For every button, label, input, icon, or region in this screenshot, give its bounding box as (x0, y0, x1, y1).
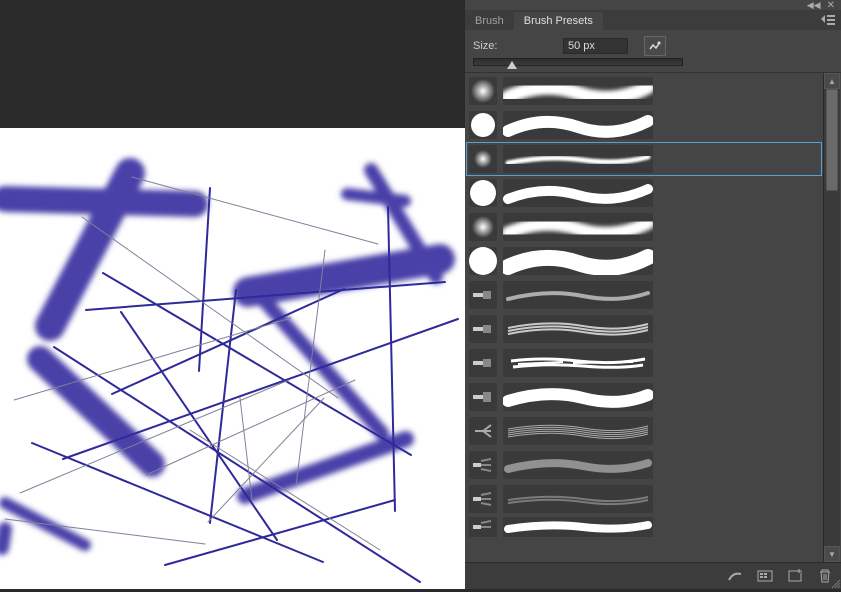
flat-brush-icon (469, 315, 497, 343)
tab-brush[interactable]: Brush (465, 12, 514, 30)
preset-item[interactable] (467, 75, 821, 107)
stroke-preview (503, 485, 653, 513)
stroke-preview (503, 77, 653, 105)
panel-footer (465, 562, 841, 589)
stroke-preview (503, 247, 653, 275)
stroke-preview (503, 281, 653, 309)
preset-item[interactable] (467, 381, 821, 413)
preset-list[interactable] (465, 73, 823, 562)
brush-pose-toggle-icon[interactable] (644, 36, 666, 56)
preset-item[interactable] (467, 313, 821, 345)
bristle-brush-icon (469, 451, 497, 479)
tab-brush-presets[interactable]: Brush Presets (514, 12, 603, 30)
scroll-thumb[interactable] (826, 89, 838, 191)
size-slider[interactable] (465, 58, 841, 72)
panel-topbar: ◀◀ ✕ (465, 0, 841, 10)
flat-brush-icon (469, 281, 497, 309)
round-soft-icon (469, 145, 497, 173)
scroll-down-icon[interactable]: ▼ (824, 546, 840, 562)
flat-brush-icon (469, 383, 497, 411)
preset-area: ▲ ▼ (465, 72, 841, 562)
size-label: Size: (473, 40, 553, 52)
fan-brush-icon (469, 417, 497, 445)
panel-tabs: Brush Brush Presets (465, 10, 841, 30)
size-input[interactable] (563, 38, 628, 54)
preset-item[interactable] (467, 109, 821, 141)
size-row: Size: (465, 30, 841, 58)
stroke-preview (503, 213, 653, 241)
preset-item[interactable] (467, 279, 821, 311)
preset-item[interactable] (467, 483, 821, 515)
slider-track[interactable] (473, 58, 683, 66)
canvas[interactable] (0, 128, 465, 589)
collapse-icon[interactable]: ◀◀ (807, 0, 821, 11)
close-icon[interactable]: ✕ (827, 0, 835, 11)
stroke-preview (503, 417, 653, 445)
round-soft-icon (469, 77, 497, 105)
bristle-brush-icon (469, 485, 497, 513)
new-preset-icon[interactable] (787, 568, 803, 584)
bristle-brush-icon (469, 517, 497, 537)
preset-item[interactable] (467, 415, 821, 447)
preset-item[interactable] (467, 177, 821, 209)
brush-presets-panel: ◀◀ ✕ Brush Brush Presets Size: (465, 0, 841, 589)
stroke-preview (503, 111, 653, 139)
canvas-strokes (0, 128, 465, 589)
preset-item[interactable] (467, 449, 821, 481)
slider-thumb[interactable] (507, 61, 517, 69)
stroke-preview (503, 383, 653, 411)
preset-item[interactable] (467, 245, 821, 277)
stroke-preview (503, 517, 653, 537)
live-tip-preview-icon[interactable] (727, 568, 743, 584)
preset-item[interactable] (467, 347, 821, 379)
stroke-preview (503, 451, 653, 479)
preset-scrollbar[interactable]: ▲ ▼ (823, 73, 840, 562)
preset-item-selected[interactable] (467, 143, 821, 175)
round-hard-icon (469, 247, 497, 275)
round-hard-icon (469, 111, 497, 139)
resize-handle-icon[interactable] (829, 577, 841, 589)
preset-item[interactable] (467, 211, 821, 243)
stroke-preview (503, 349, 653, 377)
round-hard-icon (469, 179, 497, 207)
stroke-preview (503, 145, 653, 173)
stroke-preview (503, 179, 653, 207)
round-soft-icon (469, 213, 497, 241)
preset-item[interactable] (467, 517, 821, 537)
scroll-up-icon[interactable]: ▲ (824, 73, 840, 89)
preset-manager-icon[interactable] (757, 568, 773, 584)
flat-brush-icon (469, 349, 497, 377)
flyout-menu-icon[interactable] (815, 13, 841, 30)
stroke-preview (503, 315, 653, 343)
